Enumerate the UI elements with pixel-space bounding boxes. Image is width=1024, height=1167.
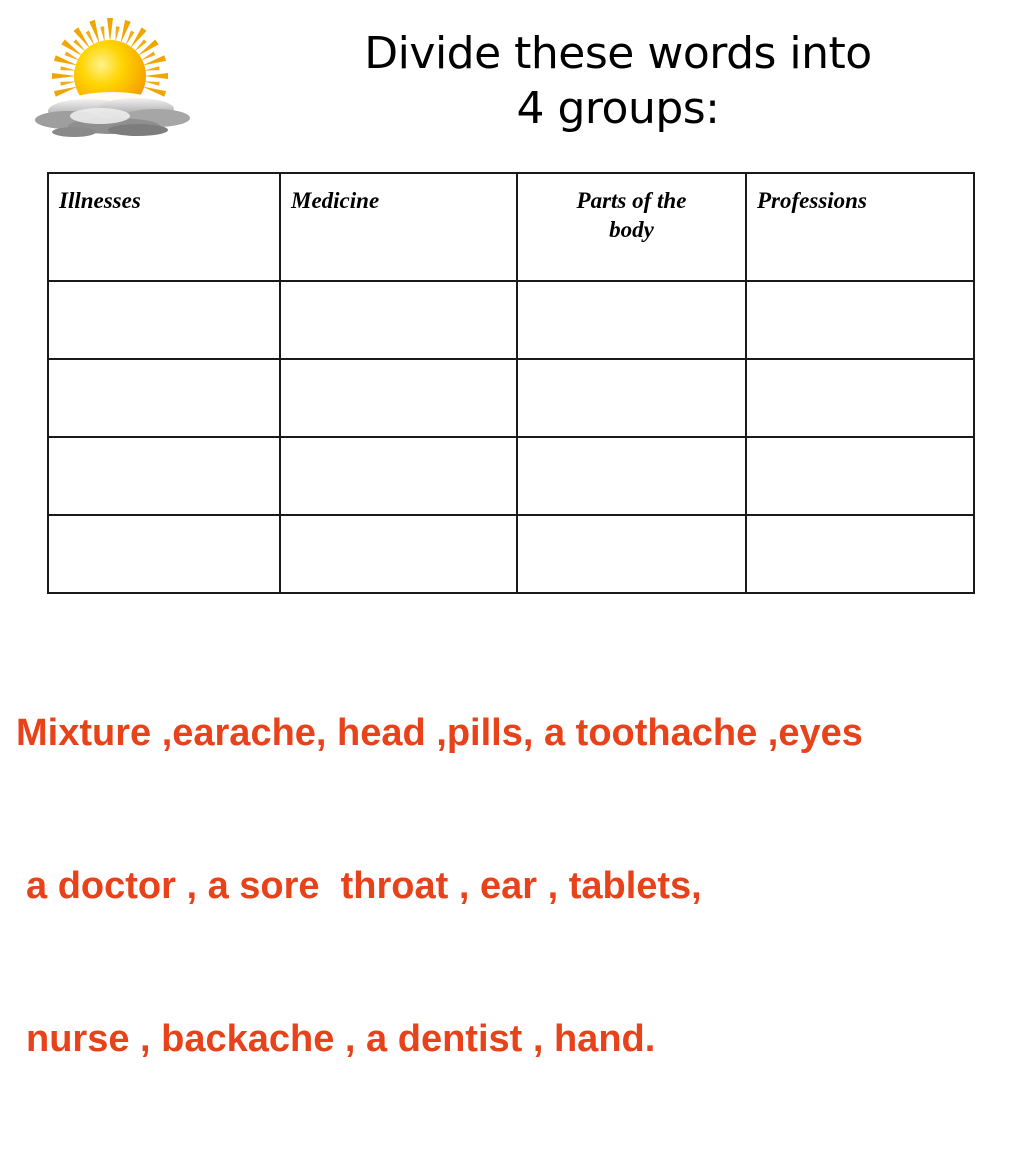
table-body bbox=[47, 280, 975, 594]
column-header-professions: Professions bbox=[745, 172, 975, 282]
answer-cell[interactable] bbox=[516, 280, 747, 360]
answer-cell[interactable] bbox=[745, 358, 975, 438]
slide-canvas: Divide these words into 4 groups: Illnes… bbox=[0, 0, 1024, 1060]
answer-cell[interactable] bbox=[47, 436, 281, 516]
slide-title: Divide these words into 4 groups: bbox=[268, 26, 968, 136]
answer-cell[interactable] bbox=[745, 514, 975, 594]
word-bank-line-2: a doctor , a sore throat , ear , tablets… bbox=[26, 865, 702, 907]
answer-cell[interactable] bbox=[47, 358, 281, 438]
slide-title-line-2: 4 groups: bbox=[516, 83, 720, 134]
column-header-medicine-label: Medicine bbox=[291, 188, 380, 213]
answer-cell[interactable] bbox=[516, 514, 747, 594]
cloud-icon bbox=[35, 92, 190, 137]
answer-cell[interactable] bbox=[279, 514, 518, 594]
table-row bbox=[47, 514, 975, 594]
answer-cell[interactable] bbox=[745, 280, 975, 360]
answer-cell[interactable] bbox=[47, 280, 281, 360]
column-header-parts-of-the-body-line-2: body bbox=[609, 217, 654, 243]
column-header-parts-of-the-body: Parts of the body bbox=[516, 172, 747, 282]
answer-cell[interactable] bbox=[47, 514, 281, 594]
table-row bbox=[47, 358, 975, 438]
table-header-row: Illnesses Medicine Parts of the body Pro… bbox=[47, 172, 975, 282]
column-header-professions-label: Professions bbox=[757, 188, 867, 213]
column-header-illnesses: Illnesses bbox=[47, 172, 281, 282]
table-row bbox=[47, 280, 975, 360]
answer-cell[interactable] bbox=[745, 436, 975, 516]
classification-table: Illnesses Medicine Parts of the body Pro… bbox=[47, 172, 975, 594]
answer-cell[interactable] bbox=[279, 358, 518, 438]
slide-title-line-1: Divide these words into bbox=[364, 28, 872, 79]
column-header-illnesses-label: Illnesses bbox=[59, 188, 141, 213]
answer-cell[interactable] bbox=[516, 436, 747, 516]
word-bank: Mixture ,earache, head ,pills, a toothac… bbox=[16, 606, 1016, 1167]
answer-cell[interactable] bbox=[279, 436, 518, 516]
answer-cell[interactable] bbox=[516, 358, 747, 438]
answer-cell[interactable] bbox=[279, 280, 518, 360]
word-bank-line-1: Mixture ,earache, head ,pills, a toothac… bbox=[16, 712, 863, 754]
column-header-medicine: Medicine bbox=[279, 172, 518, 282]
word-bank-line-3: nurse , backache , a dentist , hand. bbox=[26, 1018, 656, 1060]
column-header-parts-of-the-body-line-1: Parts of the bbox=[576, 188, 687, 213]
sun-behind-clouds-image bbox=[28, 8, 218, 153]
table-row bbox=[47, 436, 975, 516]
